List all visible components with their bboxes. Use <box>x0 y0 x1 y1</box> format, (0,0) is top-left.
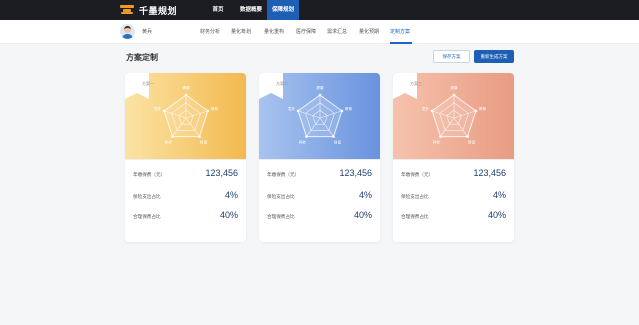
brand-logo[interactable]: 千墨规划 <box>119 3 177 17</box>
plan-card[interactable]: 健康教育财富 养老 意外 方案一 年缴保费（元） 123,456 保险支出占比 4%… <box>125 73 246 242</box>
radar-vertex <box>162 109 166 113</box>
radar-axis-label: 财富 <box>334 139 342 144</box>
plan-card[interactable]: 健康教育财富 养老 意外 方案二 年缴保费（元） 123,456 保险支出占比 4%… <box>259 73 380 242</box>
annual-premium-row: 年缴保费（元） 123,456 <box>401 168 506 182</box>
annual-premium-value: 123,456 <box>205 168 238 178</box>
radar-vertex <box>318 93 322 97</box>
reasonable-premium-ratio-row: 合理保费占比 40% <box>401 210 506 224</box>
annual-premium-label: 年缴保费（元） <box>401 172 434 177</box>
radar-axis-label: 养老 <box>433 139 441 144</box>
reasonable-premium-ratio-value: 40% <box>219 210 238 220</box>
logo-icon <box>119 4 135 16</box>
radar-vertex <box>430 109 434 113</box>
nav-protection-planning[interactable]: 保障规划 <box>267 0 299 20</box>
brand-name: 千墨规划 <box>139 5 178 16</box>
tab-medical-protection[interactable]: 医疗保障 <box>296 28 316 35</box>
insurance-expense-ratio-row: 保险支出占比 4% <box>401 190 506 204</box>
radar-axis-label: 健康 <box>182 85 190 90</box>
reasonable-premium-ratio-label: 合理保费占比 <box>267 214 295 219</box>
radar-axis-label: 养老 <box>165 139 173 144</box>
plan-card-header: 健康教育财富 养老 意外 方案一 <box>125 73 246 159</box>
insurance-expense-ratio-value: 4% <box>492 190 506 200</box>
save-plan-button[interactable]: 保存方案 <box>433 50 470 63</box>
top-navigation-bar: 千墨规划 首页 数据概要 保障规划 <box>0 0 639 20</box>
nav-home[interactable]: 首页 <box>206 0 230 20</box>
radar-vertex <box>305 135 308 138</box>
radar-axis-label: 养老 <box>299 139 307 144</box>
annual-premium-value: 123,456 <box>339 168 372 178</box>
insurance-expense-ratio-row: 保险支出占比 4% <box>267 190 372 204</box>
reasonable-premium-ratio-value: 40% <box>353 210 372 220</box>
plan-tag: 方案二 <box>276 81 288 86</box>
plan-card-header: 健康教育财富 养老 意外 方案三 <box>393 73 514 159</box>
radar-vertex <box>296 109 300 113</box>
insurance-expense-ratio-label: 保险支出占比 <box>133 194 161 199</box>
radar-vertex <box>198 135 201 138</box>
nav-data-overview[interactable]: 数据概要 <box>234 0 268 20</box>
radar-axis-label: 意外 <box>154 106 162 111</box>
user-avatar[interactable] <box>120 24 135 39</box>
radar-vertex <box>340 109 344 113</box>
plan-tag: 方案三 <box>410 81 422 86</box>
insurance-expense-ratio-label: 保险支出占比 <box>401 194 429 199</box>
annual-premium-row: 年缴保费（元） 123,456 <box>267 168 372 182</box>
insurance-expense-ratio-label: 保险支出占比 <box>267 194 295 199</box>
radar-axis-label: 教育 <box>345 106 353 111</box>
radar-axis-label: 健康 <box>316 85 324 90</box>
tab-quant-expectation[interactable]: 量化预期 <box>359 28 379 35</box>
annual-premium-value: 123,456 <box>473 168 506 178</box>
radar-axis-label: 教育 <box>211 106 219 111</box>
tab-quant-restructure[interactable]: 量化重构 <box>264 28 284 35</box>
insurance-expense-ratio-row: 保险支出占比 4% <box>133 190 238 204</box>
radar-vertex <box>439 135 442 138</box>
sub-navigation-bar: 黄兵 财务分析 量化筹划 量化重构 医疗保障 需求汇总 量化预期 定制方案 <box>0 20 639 44</box>
radar-axis-label: 财富 <box>468 139 476 144</box>
tab-financial-analysis[interactable]: 财务分析 <box>200 28 220 35</box>
radar-axis-label: 教育 <box>479 106 487 111</box>
radar-vertex <box>466 135 469 138</box>
reasonable-premium-ratio-label: 合理保费占比 <box>401 214 429 219</box>
username: 黄兵 <box>142 29 153 35</box>
tab-needs-summary[interactable]: 需求汇总 <box>327 28 347 35</box>
plan-card[interactable]: 健康教育财富 养老 意外 方案三 年缴保费（元） 123,456 保险支出占比 4%… <box>393 73 514 242</box>
radar-vertex <box>474 109 478 113</box>
plan-card-header: 健康教育财富 养老 意外 方案二 <box>259 73 380 159</box>
reasonable-premium-ratio-value: 40% <box>487 210 506 220</box>
page-title: 方案定制 <box>126 53 158 62</box>
reasonable-premium-ratio-row: 合理保费占比 40% <box>133 210 238 224</box>
radar-axis-label: 意外 <box>422 106 430 111</box>
active-tab-indicator <box>390 42 412 44</box>
annual-premium-label: 年缴保费（元） <box>267 172 300 177</box>
plan-tag: 方案一 <box>142 81 154 86</box>
regenerate-plan-button[interactable]: 重新生成方案 <box>474 50 514 63</box>
tab-custom-plan[interactable]: 定制方案 <box>390 28 410 35</box>
tab-quant-planning[interactable]: 量化筹划 <box>231 28 251 35</box>
radar-vertex <box>184 93 188 97</box>
radar-vertex <box>452 93 456 97</box>
radar-axis-label: 健康 <box>450 85 458 90</box>
radar-axis-label: 意外 <box>288 106 296 111</box>
insurance-expense-ratio-value: 4% <box>224 190 238 200</box>
radar-vertex <box>206 109 210 113</box>
reasonable-premium-ratio-label: 合理保费占比 <box>133 214 161 219</box>
radar-vertex <box>171 135 174 138</box>
radar-axis-label: 财富 <box>200 139 208 144</box>
radar-vertex <box>332 135 335 138</box>
annual-premium-label: 年缴保费（元） <box>133 172 166 177</box>
reasonable-premium-ratio-row: 合理保费占比 40% <box>267 210 372 224</box>
insurance-expense-ratio-value: 4% <box>358 190 372 200</box>
annual-premium-row: 年缴保费（元） 123,456 <box>133 168 238 182</box>
